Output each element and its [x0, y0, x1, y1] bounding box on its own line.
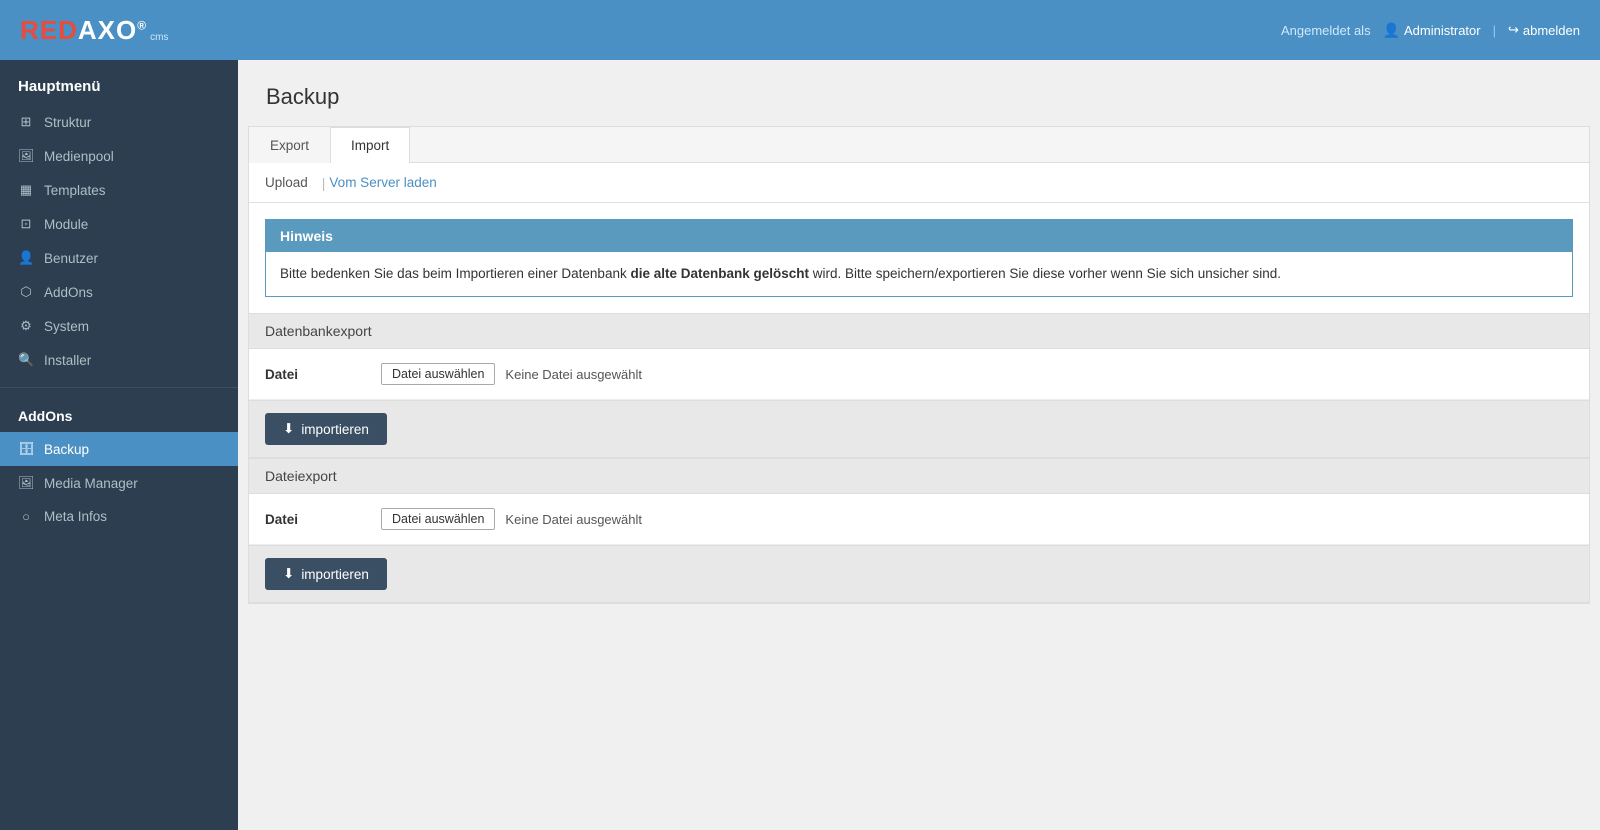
notice-text-prefix: Bitte bedenken Sie das beim Importieren …: [280, 266, 630, 281]
logo-registered: ®: [137, 18, 147, 32]
sub-nav-divider: |: [322, 175, 326, 191]
content-area: Export Import Upload | Vom Server laden …: [248, 126, 1590, 604]
tabs: Export Import: [249, 127, 1589, 163]
file-export-file-btn[interactable]: Datei auswählen: [381, 508, 495, 530]
notice-text-suffix: wird. Bitte speichern/exportieren Sie di…: [809, 266, 1281, 281]
media-manager-icon: 🖼: [18, 475, 34, 491]
benutzer-icon: 👤: [18, 250, 34, 266]
sidebar-label-templates: Templates: [44, 183, 106, 198]
installer-icon: 🔍: [18, 352, 34, 368]
notice-header: Hinweis: [266, 220, 1572, 252]
file-export-file-input: Datei auswählen Keine Datei ausgewählt: [381, 508, 642, 530]
hauptmenu-title: Hauptmenü: [0, 60, 238, 105]
sidebar-label-meta-infos: Meta Infos: [44, 509, 107, 524]
file-export-import-btn[interactable]: ⬇ importieren: [265, 558, 387, 590]
user-name: 👤 Administrator: [1383, 22, 1481, 39]
db-export-file-btn[interactable]: Datei auswählen: [381, 363, 495, 385]
meta-infos-icon: ○: [18, 509, 34, 524]
file-export-import-btn-label: importieren: [301, 567, 369, 582]
notice-text-bold: die alte Datenbank gelöscht: [630, 266, 809, 281]
backup-icon: 🗄: [18, 441, 34, 457]
page-title: Backup: [266, 84, 1572, 110]
sidebar-label-installer: Installer: [44, 353, 91, 368]
sidebar-item-medienpool[interactable]: 🖼 Medienpool: [0, 139, 238, 173]
addons-icon: ⬡: [18, 284, 34, 300]
header: REDAXO® cms Angemeldet als 👤 Administrat…: [0, 0, 1600, 60]
header-divider: |: [1493, 23, 1496, 38]
addons-section-title: AddOns: [0, 398, 238, 432]
logout-icon: ↪: [1508, 22, 1519, 38]
logout-link[interactable]: ↪ abmelden: [1508, 22, 1580, 38]
tab-export[interactable]: Export: [249, 127, 330, 163]
logo-cms: cms: [150, 32, 168, 43]
sidebar-divider: [0, 387, 238, 388]
sidebar-item-benutzer[interactable]: 👤 Benutzer: [0, 241, 238, 275]
module-icon: ⊡: [18, 216, 34, 232]
sub-nav: Upload | Vom Server laden: [249, 163, 1589, 203]
tab-import[interactable]: Import: [330, 127, 410, 163]
sidebar-label-backup: Backup: [44, 442, 89, 457]
sidebar-item-addons[interactable]: ⬡ AddOns: [0, 275, 238, 309]
db-export-import-icon: ⬇: [283, 421, 294, 437]
logout-label: abmelden: [1523, 23, 1580, 38]
sub-nav-upload[interactable]: Upload: [265, 173, 318, 192]
db-export-import-btn[interactable]: ⬇ importieren: [265, 413, 387, 445]
sidebar-item-templates[interactable]: ▦ Templates: [0, 173, 238, 207]
sidebar-label-addons: AddOns: [44, 285, 93, 300]
file-export-section-header: Dateiexport: [249, 458, 1589, 494]
templates-icon: ▦: [18, 182, 34, 198]
db-export-section-header: Datenbankexport: [249, 313, 1589, 349]
sub-nav-vom-server-laden[interactable]: Vom Server laden: [329, 173, 446, 192]
db-export-no-file-label: Keine Datei ausgewählt: [505, 367, 642, 382]
sidebar-label-struktur: Struktur: [44, 115, 91, 130]
sidebar-label-media-manager: Media Manager: [44, 476, 138, 491]
logo: REDAXO® cms: [20, 15, 168, 46]
sidebar: Hauptmenü Struktur 🖼 Medienpool ▦ Templa…: [0, 60, 238, 830]
sidebar-label-system: System: [44, 319, 89, 334]
sidebar-item-struktur[interactable]: Struktur: [0, 105, 238, 139]
db-export-action-row: ⬇ importieren: [249, 400, 1589, 458]
header-right: Angemeldet als 👤 Administrator | ↪ abmel…: [1281, 22, 1580, 39]
file-export-form-row: Datei Datei auswählen Keine Datei ausgew…: [249, 494, 1589, 545]
logged-in-label: Angemeldet als: [1281, 23, 1371, 38]
db-export-file-input: Datei auswählen Keine Datei ausgewählt: [381, 363, 642, 385]
file-export-import-icon: ⬇: [283, 566, 294, 582]
sidebar-item-module[interactable]: ⊡ Module: [0, 207, 238, 241]
page-header: Backup: [238, 60, 1600, 126]
sidebar-label-module: Module: [44, 217, 88, 232]
logo-red: RED: [20, 15, 78, 45]
logo-axo: AXO: [78, 15, 137, 45]
notice-box: Hinweis Bitte bedenken Sie das beim Impo…: [265, 219, 1573, 297]
user-icon: 👤: [1383, 22, 1400, 39]
sidebar-label-benutzer: Benutzer: [44, 251, 98, 266]
db-export-import-btn-label: importieren: [301, 422, 369, 437]
user-name-text: Administrator: [1404, 23, 1481, 38]
sidebar-item-backup[interactable]: 🗄 Backup: [0, 432, 238, 466]
db-export-datei-label: Datei: [265, 367, 365, 382]
db-export-form-row: Datei Datei auswählen Keine Datei ausgew…: [249, 349, 1589, 400]
file-export-action-row: ⬇ importieren: [249, 545, 1589, 603]
file-export-no-file-label: Keine Datei ausgewählt: [505, 512, 642, 527]
sidebar-item-media-manager[interactable]: 🖼 Media Manager: [0, 466, 238, 500]
notice-body: Bitte bedenken Sie das beim Importieren …: [266, 252, 1572, 296]
sidebar-item-installer[interactable]: 🔍 Installer: [0, 343, 238, 377]
system-icon: ⚙: [18, 318, 34, 334]
file-export-datei-label: Datei: [265, 512, 365, 527]
logo-text: REDAXO®: [20, 15, 147, 46]
medienpool-icon: 🖼: [18, 148, 34, 164]
sidebar-label-medienpool: Medienpool: [44, 149, 114, 164]
struktur-icon: [18, 114, 34, 130]
layout: Hauptmenü Struktur 🖼 Medienpool ▦ Templa…: [0, 60, 1600, 830]
sidebar-item-meta-infos[interactable]: ○ Meta Infos: [0, 500, 238, 533]
main-content: Backup Export Import Upload | Vom Server…: [238, 60, 1600, 830]
sidebar-item-system[interactable]: ⚙ System: [0, 309, 238, 343]
